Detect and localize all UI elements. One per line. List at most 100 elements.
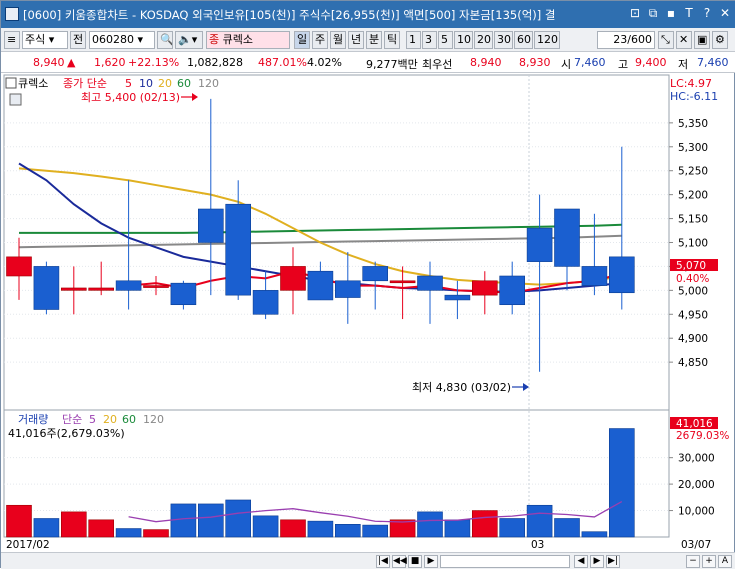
font-icon[interactable]: A — [718, 555, 732, 568]
high-marker-label: 최고 5,400 (02/13) — [81, 91, 180, 104]
candle-body — [33, 266, 60, 310]
candle-body — [362, 266, 389, 282]
volume-legend-ma: 단순 — [62, 413, 82, 426]
interval-10[interactable]: 10 — [454, 31, 473, 49]
price-axis: 4,8504,9004,9505,0005,0505,1005,1505,200… — [669, 118, 708, 369]
candle-body — [417, 275, 443, 291]
interval-1[interactable]: 1 — [406, 31, 421, 49]
volume-bar — [33, 518, 60, 538]
period-week[interactable]: 주 — [312, 31, 328, 49]
forward-icon[interactable]: ▶ — [424, 555, 438, 568]
expand-icon[interactable]: ⤡ — [658, 31, 674, 49]
price-tick-label: 5,000 — [678, 285, 708, 297]
price-legend-name: 큐렉소 — [18, 77, 48, 90]
scroll-left-icon[interactable]: ◀ — [574, 555, 588, 568]
back-icon[interactable]: ◀◀ — [392, 555, 407, 568]
restore-icon[interactable]: ⧉ — [646, 6, 660, 21]
candle-body — [280, 266, 306, 291]
interval-30[interactable]: 30 — [494, 31, 513, 49]
low-label: 저 — [678, 58, 689, 71]
stock-chart[interactable]: 4,8504,9004,9505,0005,0505,1005,1505,200… — [1, 73, 735, 569]
vol-legend-ma20: 20 — [103, 413, 117, 426]
stop-icon[interactable]: ■ — [408, 555, 422, 568]
period-year[interactable]: 년 — [348, 31, 364, 49]
volume-bar — [581, 531, 608, 538]
candle-body — [198, 208, 224, 243]
candle-body — [88, 287, 114, 291]
interval-5[interactable]: 5 — [438, 31, 453, 49]
period-tick[interactable]: 틱 — [384, 31, 400, 49]
window-controls: ⊡ ⧉ ▪ T ? ✕ — [628, 6, 732, 21]
vol-legend-ma120: 120 — [143, 413, 164, 426]
save-icon[interactable]: ▣ — [694, 31, 710, 49]
candle-body — [608, 256, 635, 294]
volume-bar — [6, 504, 32, 538]
prev-button[interactable]: 전 — [70, 31, 86, 49]
scroll-track[interactable] — [440, 555, 570, 568]
period-minute[interactable]: 분 — [366, 31, 382, 49]
volume-bar — [417, 511, 443, 538]
candle-body — [526, 227, 553, 262]
volume-bar — [334, 524, 361, 538]
vol-legend-ma60: 60 — [122, 413, 136, 426]
volume-bar — [444, 519, 471, 538]
last-icon[interactable]: ▶| — [606, 555, 620, 568]
menu-icon[interactable]: ≡ — [4, 31, 20, 49]
volume-bar — [198, 503, 224, 538]
zoom-out-icon[interactable]: − — [686, 555, 700, 568]
search-icon[interactable]: 🔍 — [157, 31, 173, 49]
vol-legend-ma5: 5 — [89, 413, 96, 426]
candle-body — [6, 256, 32, 277]
price-legend-ma: 종가 단순 — [63, 77, 107, 90]
stop-icon[interactable]: ▪ — [664, 6, 678, 21]
volume-bar — [499, 518, 526, 538]
volume-legend-name: 거래량 — [18, 413, 48, 426]
volume-bar — [307, 520, 334, 538]
open-label: 시 — [561, 58, 572, 71]
chart-window: [0600] 키움종합차트 - KOSDAQ 외국인보유[105(천)] 주식수… — [0, 0, 735, 569]
close-icon[interactable]: ✕ — [718, 6, 732, 21]
settings-icon[interactable]: ⚙ — [712, 31, 728, 49]
volume-tick-label: 30,000 — [678, 453, 715, 465]
crosshair-icon[interactable]: ✕ — [676, 31, 692, 49]
price-tick-label: 4,950 — [678, 309, 708, 321]
page-counter[interactable]: 23/600 — [597, 31, 655, 49]
zoom-in-icon[interactable]: + — [702, 555, 716, 568]
volume-bar — [60, 511, 87, 538]
first-icon[interactable]: |◀ — [376, 555, 390, 568]
interval-20[interactable]: 20 — [474, 31, 493, 49]
interval-3[interactable]: 3 — [422, 31, 437, 49]
speaker-icon[interactable]: 🔈▾ — [175, 31, 203, 49]
lc-value: LC:4.97 — [670, 77, 712, 90]
volume-bar — [280, 519, 306, 538]
volume-current-value: 41,016주(2,679.03%) — [8, 427, 125, 440]
low-price: 7,460 — [697, 56, 729, 69]
candle-body — [389, 280, 416, 284]
legend-ma120: 120 — [198, 77, 219, 90]
candle-body — [115, 280, 142, 291]
stock-code-input[interactable]: 060280 ▾ — [89, 31, 155, 49]
candle-body — [143, 285, 169, 288]
pin-icon[interactable]: ⊡ — [628, 6, 642, 21]
help-icon[interactable]: ? — [700, 6, 714, 21]
price-tick-label: 4,900 — [678, 333, 708, 345]
bottom-navigation: |◀ ◀◀ ■ ▶ ◀ ▶ ▶| − + A — [1, 552, 735, 569]
candle-body — [444, 294, 471, 301]
interval-120[interactable]: 120 — [534, 31, 560, 49]
interval-60[interactable]: 60 — [514, 31, 533, 49]
period-day[interactable]: 일 — [294, 31, 310, 49]
candle-body — [225, 203, 251, 296]
scroll-right-icon[interactable]: ▶ — [590, 555, 604, 568]
price-tick-label: 5,300 — [678, 142, 708, 154]
text-icon[interactable]: T — [682, 6, 696, 21]
stock-name-field[interactable]: 종 큐렉소 — [206, 31, 290, 49]
legend-ma20: 20 — [158, 77, 172, 90]
legend-checkbox-icon[interactable] — [5, 77, 17, 89]
type-select[interactable]: 주식 ▾ — [22, 31, 68, 49]
grid-toggle-icon[interactable] — [9, 93, 22, 106]
best-quote-label: 최우선 — [422, 58, 453, 71]
period-month[interactable]: 월 — [330, 31, 346, 49]
current-pct-tag: 0.40% — [676, 273, 709, 285]
hc-value: HC:-6.11 — [670, 90, 718, 103]
price-tick-label: 5,150 — [678, 214, 708, 226]
